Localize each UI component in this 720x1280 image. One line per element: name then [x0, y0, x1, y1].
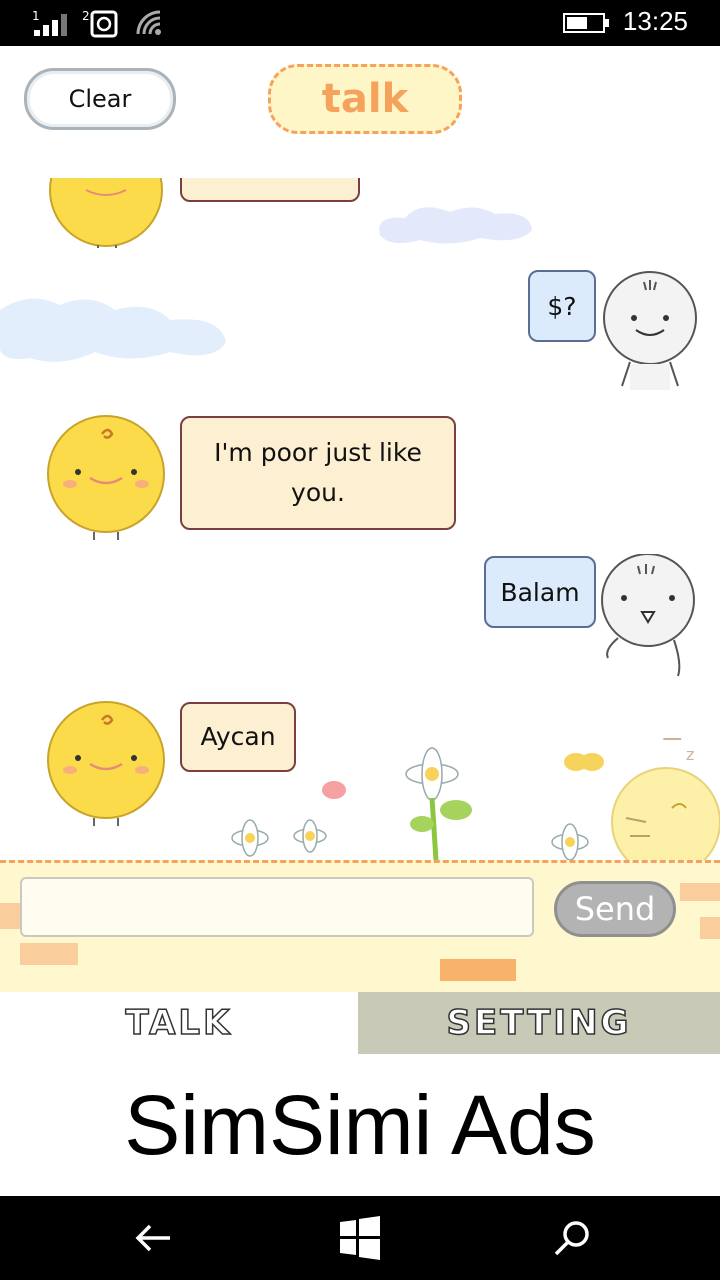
system-nav-bar	[0, 1196, 720, 1280]
tab-talk[interactable]: TALK	[0, 992, 358, 1054]
search-icon[interactable]	[548, 1214, 596, 1262]
clear-button[interactable]: Clear	[24, 68, 176, 130]
signal-sim2-icon: 2	[82, 9, 118, 38]
battery-icon	[563, 13, 609, 33]
ad-banner[interactable]: SimSimi Ads	[0, 1054, 720, 1196]
user-message-bubble: $?	[528, 270, 596, 342]
send-button[interactable]: Send	[554, 881, 676, 937]
tab-setting[interactable]: SETTING	[358, 992, 720, 1054]
simsimi-message-bubble	[180, 178, 360, 202]
user-avatar	[603, 271, 697, 390]
user-avatar	[601, 554, 695, 677]
svg-text:1: 1	[32, 9, 40, 23]
windows-start-icon[interactable]	[336, 1214, 384, 1262]
bottom-tabs: TALK SETTING	[0, 992, 720, 1054]
chat-area[interactable]: $? I'm poor just like you. Balam Aycan z	[0, 178, 720, 860]
wifi-icon	[136, 10, 161, 35]
simsimi-avatar	[47, 415, 165, 540]
simsimi-avatar	[49, 178, 163, 248]
signal-sim1-icon: 1	[32, 9, 67, 36]
simsimi-message-bubble: I'm poor just like you.	[180, 416, 456, 530]
flowers-decoration: Z z	[231, 738, 720, 860]
message-input[interactable]	[20, 877, 534, 937]
cloud-decoration	[0, 298, 226, 362]
svg-text:Z: Z	[662, 738, 683, 748]
simsimi-avatar	[47, 701, 165, 826]
status-bar: 1 2 13:25	[0, 0, 720, 46]
app-header: Clear talk	[0, 46, 720, 178]
cloud-decoration	[379, 207, 532, 244]
back-icon[interactable]	[130, 1214, 178, 1262]
clock: 13:25	[622, 6, 688, 36]
svg-text:z: z	[686, 745, 694, 764]
svg-text:2: 2	[82, 9, 90, 23]
message-input-bar: Send	[0, 860, 720, 992]
user-message-bubble: Balam	[484, 556, 596, 628]
page-title: talk	[268, 64, 462, 134]
